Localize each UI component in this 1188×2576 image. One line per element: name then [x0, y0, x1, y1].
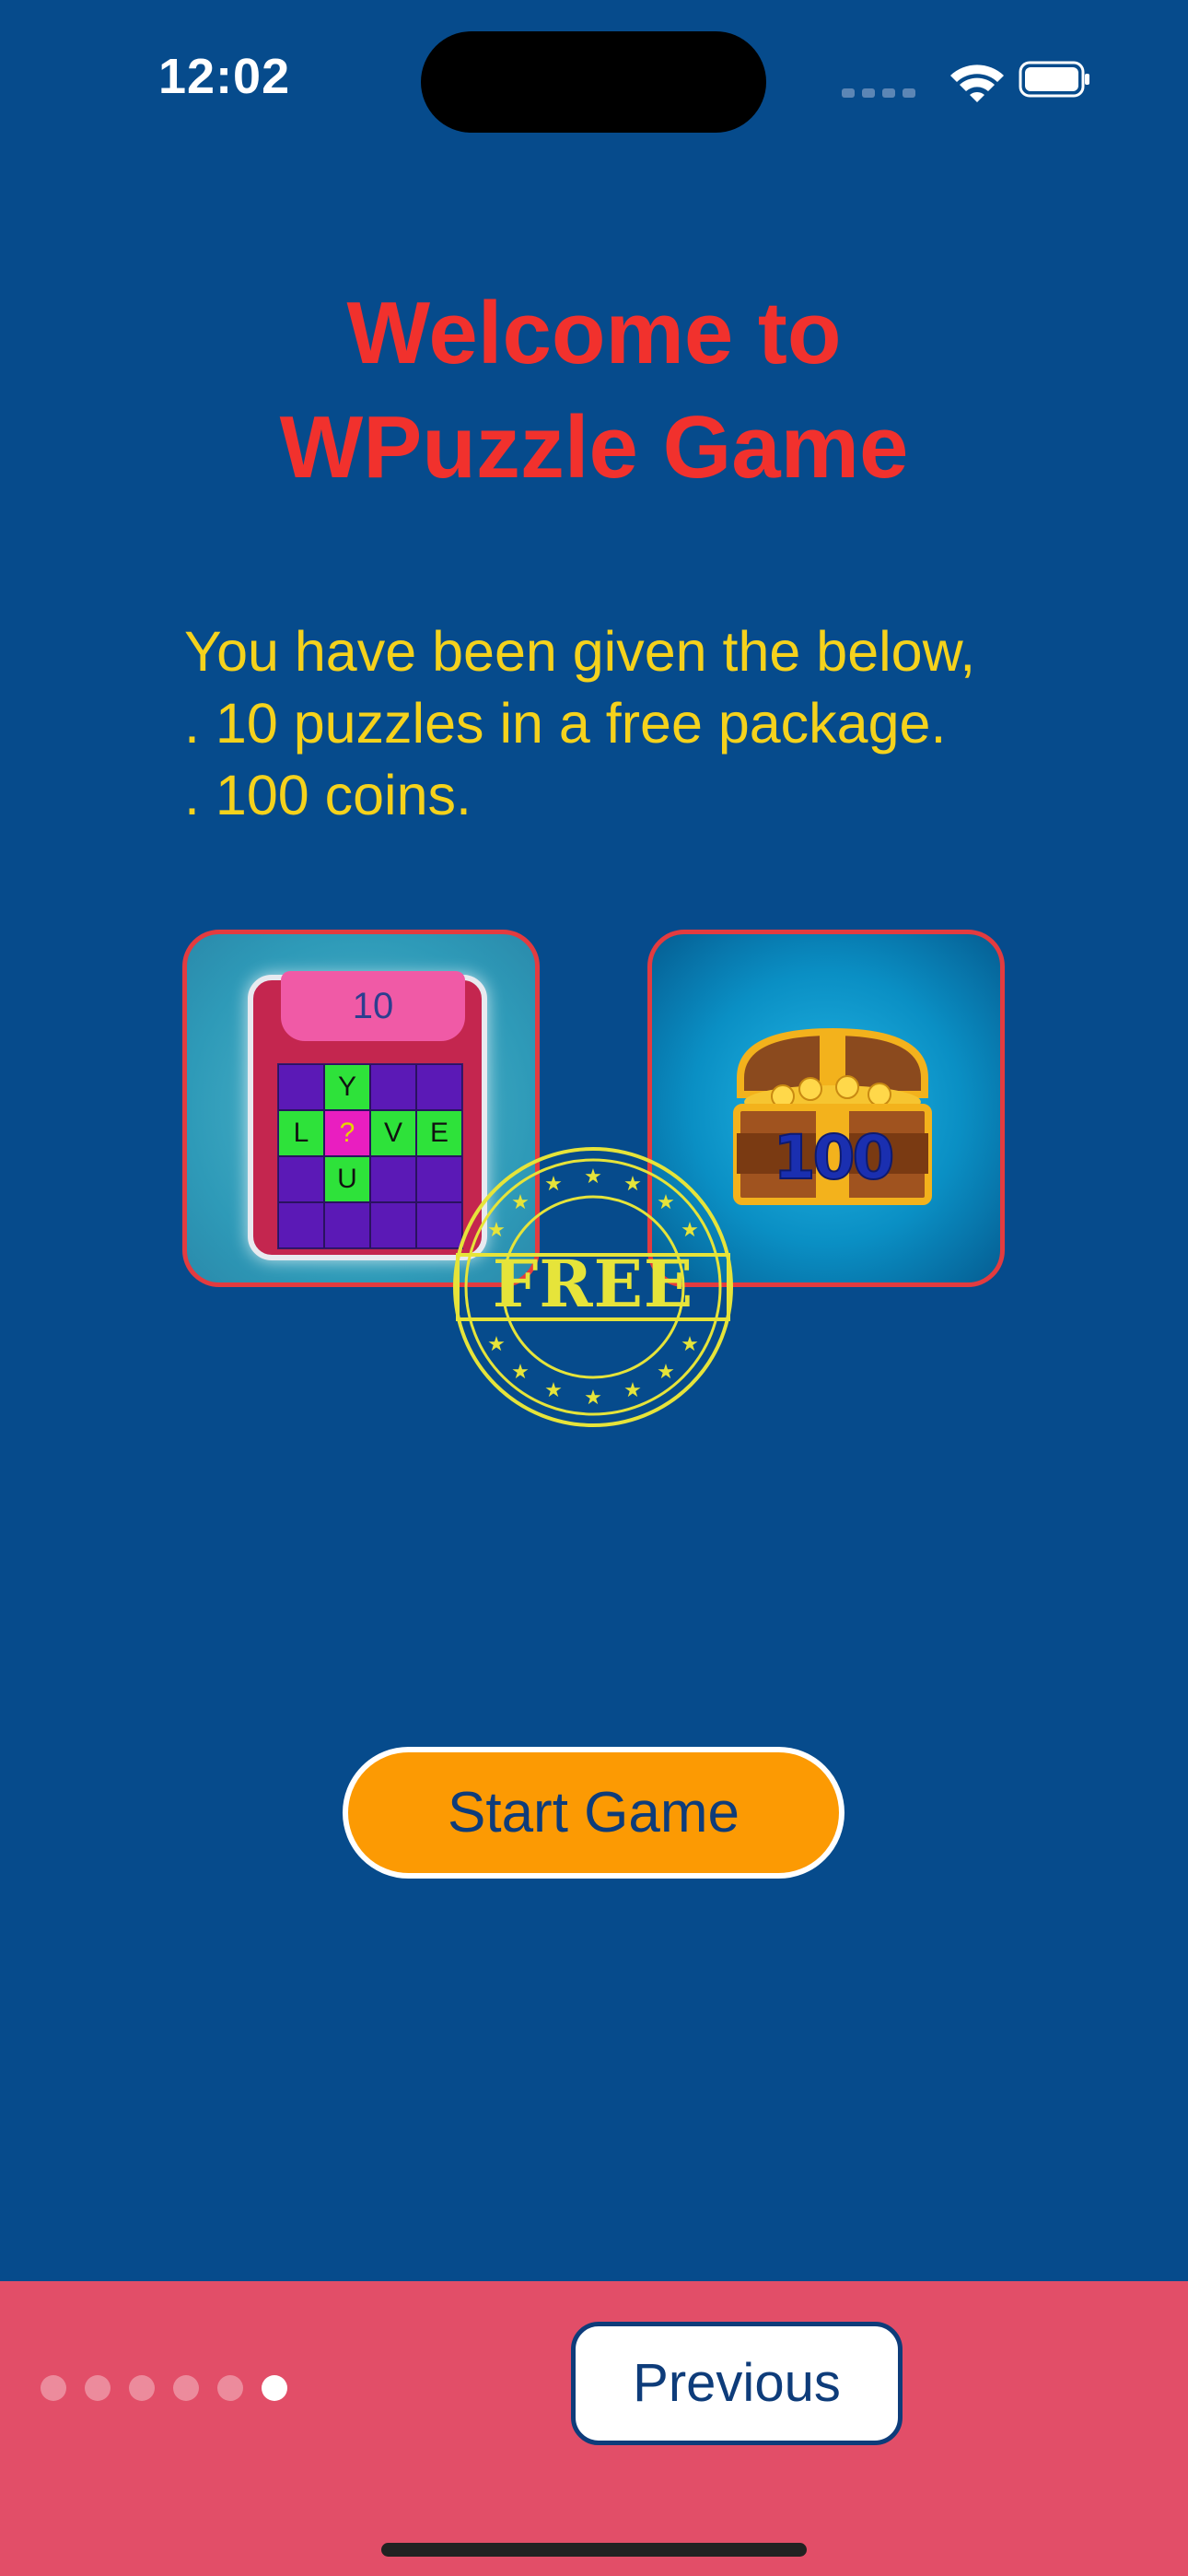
svg-text:★: ★	[487, 1333, 506, 1356]
page-indicator[interactable]	[41, 2375, 287, 2401]
treasure-chest-icon: 100	[728, 1023, 938, 1207]
gift-message: You have been given the below, . 10 puzz…	[184, 615, 1105, 831]
page-dot[interactable]	[129, 2375, 155, 2401]
onboarding-bottom-bar: Previous	[0, 2281, 1188, 2576]
puzzle-cell: ?	[324, 1110, 370, 1156]
stamp-free-label: FREE	[492, 1246, 694, 1322]
gift-message-line1: You have been given the below,	[184, 620, 976, 683]
svg-text:★: ★	[657, 1361, 675, 1384]
puzzle-count-tab: 10	[281, 971, 465, 1041]
svg-text:★: ★	[623, 1379, 642, 1402]
previous-button[interactable]: Previous	[571, 2322, 903, 2445]
svg-text:★: ★	[511, 1191, 530, 1214]
puzzle-cell: U	[324, 1156, 370, 1202]
page-dot[interactable]	[217, 2375, 243, 2401]
puzzle-cell	[370, 1202, 416, 1248]
puzzle-cell: V	[370, 1110, 416, 1156]
dynamic-island	[421, 31, 766, 133]
svg-text:★: ★	[544, 1379, 563, 1402]
puzzle-grid: Y L ? V E U	[277, 1063, 463, 1249]
status-time: 12:02	[158, 49, 291, 104]
page-dot-active[interactable]	[262, 2375, 287, 2401]
svg-text:★: ★	[623, 1173, 642, 1196]
puzzle-cell: L	[278, 1110, 324, 1156]
gift-message-line2: . 10 puzzles in a free package.	[184, 692, 947, 755]
svg-text:★: ★	[681, 1333, 699, 1356]
puzzle-cell	[278, 1064, 324, 1110]
welcome-title: Welcome to WPuzzle Game	[0, 276, 1188, 505]
puzzle-cell: Y	[324, 1064, 370, 1110]
gift-message-line3: . 100 coins.	[184, 764, 472, 826]
coins-amount-label: 100	[773, 1121, 896, 1194]
svg-text:★: ★	[487, 1219, 506, 1242]
puzzle-cell	[324, 1202, 370, 1248]
svg-text:★: ★	[681, 1219, 699, 1242]
start-game-button[interactable]: Start Game	[343, 1747, 844, 1879]
status-icons	[842, 61, 1089, 102]
page-dot[interactable]	[41, 2375, 66, 2401]
onboarding-screen: 12:02 Welcome to WPuzzle Game You have b…	[0, 0, 1188, 2576]
welcome-title-line1: Welcome to	[346, 284, 842, 382]
svg-text:★: ★	[584, 1165, 602, 1188]
svg-text:★: ★	[544, 1173, 563, 1196]
battery-icon	[1019, 61, 1089, 98]
svg-text:★: ★	[584, 1387, 602, 1410]
welcome-title-line2: WPuzzle Game	[279, 398, 909, 497]
svg-text:★: ★	[511, 1361, 530, 1384]
page-dot[interactable]	[85, 2375, 111, 2401]
free-stamp: ★ ★ ★ ★ ★ ★ ★ ★ ★ ★ ★ ★ ★ ★ FREE	[450, 1144, 736, 1430]
page-dot[interactable]	[173, 2375, 199, 2401]
puzzle-cell	[278, 1202, 324, 1248]
puzzle-cell	[416, 1064, 462, 1110]
puzzle-cell	[370, 1156, 416, 1202]
svg-text:★: ★	[657, 1191, 675, 1214]
puzzle-cell	[278, 1156, 324, 1202]
cellular-signal-icon	[842, 88, 915, 98]
home-indicator[interactable]	[381, 2543, 807, 2557]
wifi-icon	[950, 64, 1004, 102]
puzzle-cell	[370, 1064, 416, 1110]
